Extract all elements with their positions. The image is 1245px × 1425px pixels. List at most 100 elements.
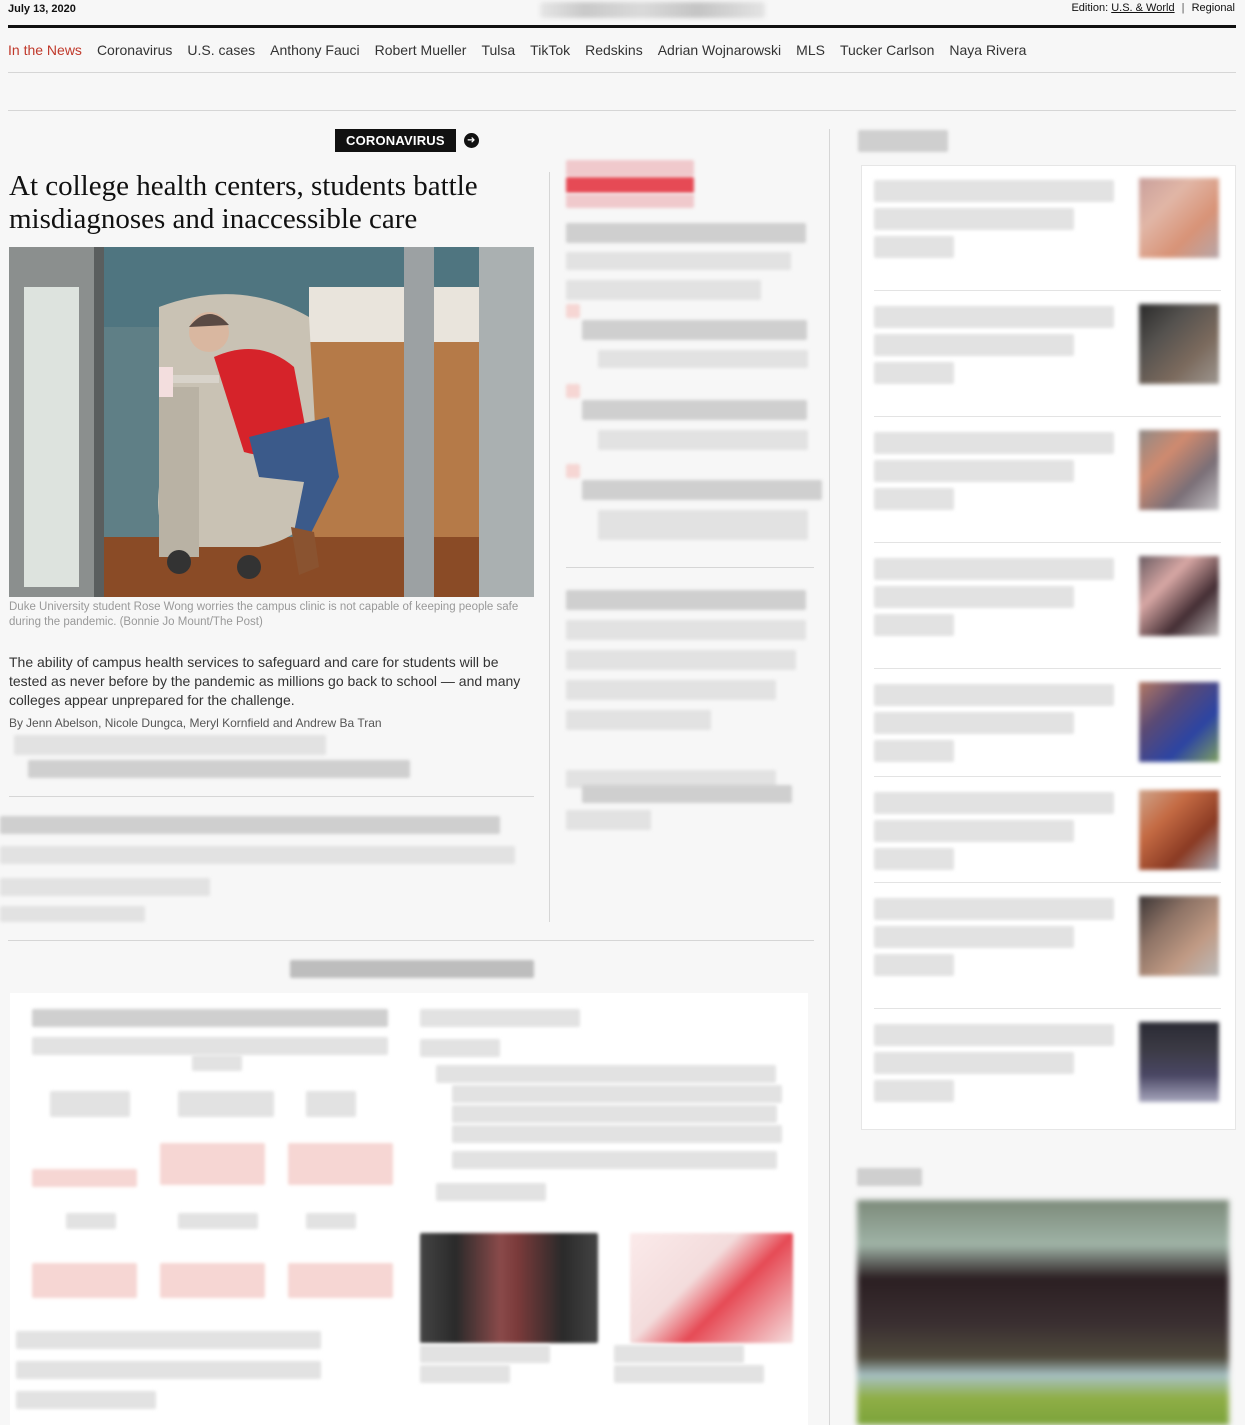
mid-bullet-item[interactable] (582, 480, 822, 500)
module-side-bullet-line[interactable] (452, 1085, 782, 1103)
secondary-headline[interactable] (0, 816, 500, 834)
module-side-bullet[interactable] (436, 1065, 776, 1083)
most-read-list (861, 165, 1236, 1130)
story-thumbnail[interactable] (1139, 304, 1219, 384)
module-thumb-caption-line[interactable] (420, 1365, 510, 1383)
module-chart-title-line (32, 1037, 388, 1055)
small-multiple-chart (32, 1263, 137, 1298)
bullet-icon (566, 384, 580, 398)
mid-divider (566, 567, 814, 568)
nav-item-robert-mueller[interactable]: Robert Mueller (375, 42, 467, 58)
mid-story-headline-line[interactable] (566, 280, 761, 300)
section-kicker[interactable]: CORONAVIRUS ➜ (335, 129, 479, 152)
module-video-thumbnail[interactable] (420, 1233, 598, 1343)
module-side-bullet[interactable] (436, 1183, 546, 1201)
nav-item-adrian-wojnarowski[interactable]: Adrian Wojnarowski (658, 42, 781, 58)
edition-label: Edition: (1071, 2, 1109, 14)
most-read-item[interactable] (874, 672, 1223, 772)
byline: By Jenn Abelson, Nicole Dungca, Meryl Kor… (9, 716, 382, 730)
masthead-rule (8, 25, 1236, 28)
story-thumbnail[interactable] (1139, 790, 1219, 870)
nav-item-anthony-fauci[interactable]: Anthony Fauci (270, 42, 360, 58)
byline-authors[interactable]: Jenn Abelson, Nicole Dungca, Meryl Kornf… (26, 716, 382, 730)
mid-bullet-item[interactable] (582, 400, 807, 420)
module-story-headline-line[interactable] (16, 1391, 156, 1409)
section-divider (8, 110, 1236, 111)
secondary-headline-line[interactable] (0, 846, 515, 864)
mid-story-3-headline-line[interactable] (582, 785, 792, 803)
story-thumbnail[interactable] (1139, 430, 1219, 510)
nav-item-tucker-carlson[interactable]: Tucker Carlson (840, 42, 934, 58)
secondary-headline-line[interactable] (0, 878, 210, 896)
mid-story-headline[interactable] (566, 223, 806, 243)
most-read-item[interactable] (874, 1012, 1223, 1112)
arrow-circle-right-icon[interactable]: ➜ (463, 133, 479, 148)
module-side-bullet-line[interactable] (452, 1125, 782, 1143)
most-read-item[interactable] (874, 780, 1223, 880)
video-thumbnail[interactable] (857, 1200, 1229, 1425)
story-thumbnail[interactable] (1139, 682, 1219, 762)
list-divider (874, 542, 1221, 543)
most-read-item[interactable] (874, 294, 1223, 394)
nav-item-mls[interactable]: MLS (796, 42, 825, 58)
nav-item-redskins[interactable]: Redskins (585, 42, 643, 58)
live-badge[interactable] (566, 177, 694, 193)
most-read-heading (858, 130, 948, 152)
most-read-item[interactable] (874, 886, 1223, 986)
nav-item-in-the-news[interactable]: In the News (8, 42, 82, 58)
mid-bullet-item-line[interactable] (598, 510, 808, 540)
nav-item-tulsa[interactable]: Tulsa (481, 42, 515, 58)
lead-photo-illustration (9, 247, 534, 597)
data-module (10, 993, 808, 1425)
small-multiple-chart (288, 1263, 393, 1298)
mid-bullet-item-line[interactable] (598, 430, 808, 450)
module-chart-title (32, 1009, 388, 1027)
video-heading (857, 1168, 922, 1186)
module-side-bullet[interactable] (452, 1151, 777, 1169)
most-read-item[interactable] (874, 420, 1223, 520)
mid-story-headline-line[interactable] (566, 252, 791, 270)
mid-story-2-headline-line[interactable] (566, 650, 796, 670)
mid-bullet-item[interactable] (582, 320, 807, 340)
story-thumbnail[interactable] (1139, 178, 1219, 258)
mid-story-2-headline-line[interactable] (566, 620, 806, 640)
mid-story-3-headline-line[interactable] (566, 810, 651, 830)
masthead-logo[interactable] (540, 2, 765, 18)
nav-item-coronavirus[interactable]: Coronavirus (97, 42, 172, 58)
story-thumbnail[interactable] (1139, 1022, 1219, 1102)
kicker-label[interactable]: CORONAVIRUS (335, 129, 456, 152)
mid-bullet-item-line[interactable] (598, 350, 808, 368)
nav-item-naya-rivera[interactable]: Naya Rivera (949, 42, 1026, 58)
module-graphic-thumbnail[interactable] (630, 1233, 793, 1343)
mid-story-2-headline-line[interactable] (566, 680, 776, 700)
module-side-headline-line[interactable] (420, 1039, 500, 1057)
list-divider (874, 1008, 1221, 1009)
module-thumb-caption[interactable] (614, 1345, 744, 1363)
related-link-2[interactable] (28, 760, 410, 778)
module-thumb-caption[interactable] (420, 1345, 550, 1363)
nav-item-tiktok[interactable]: TikTok (530, 42, 570, 58)
nav-item-us-cases[interactable]: U.S. cases (187, 42, 255, 58)
lead-photo[interactable] (9, 247, 534, 597)
live-updates-label[interactable] (566, 160, 694, 176)
module-story-headline-line[interactable] (16, 1361, 321, 1379)
story-thumbnail[interactable] (1139, 896, 1219, 976)
module-story-headline[interactable] (16, 1331, 321, 1349)
story-thumbnail[interactable] (1139, 556, 1219, 636)
bullet-icon (566, 304, 580, 318)
photo-caption: Duke University student Rose Wong worrie… (9, 601, 519, 628)
module-side-headline[interactable] (420, 1009, 580, 1027)
module-side-bullet-line[interactable] (452, 1105, 777, 1123)
mid-story-2-headline[interactable] (566, 590, 806, 610)
most-read-item[interactable] (874, 168, 1223, 268)
edition-us-world-link[interactable]: U.S. & World (1111, 2, 1174, 14)
edition-regional-link[interactable]: Regional (1192, 2, 1235, 14)
most-read-item[interactable] (874, 546, 1223, 646)
related-link-1[interactable] (14, 735, 326, 755)
module-thumb-caption-line[interactable] (614, 1365, 764, 1383)
rail-divider (829, 129, 830, 1425)
edition-separator: | (1181, 2, 1185, 14)
mid-story-2-headline-line[interactable] (566, 710, 711, 730)
lead-headline[interactable]: At college health centers, students batt… (9, 170, 544, 236)
secondary-headline-line[interactable] (0, 906, 145, 922)
